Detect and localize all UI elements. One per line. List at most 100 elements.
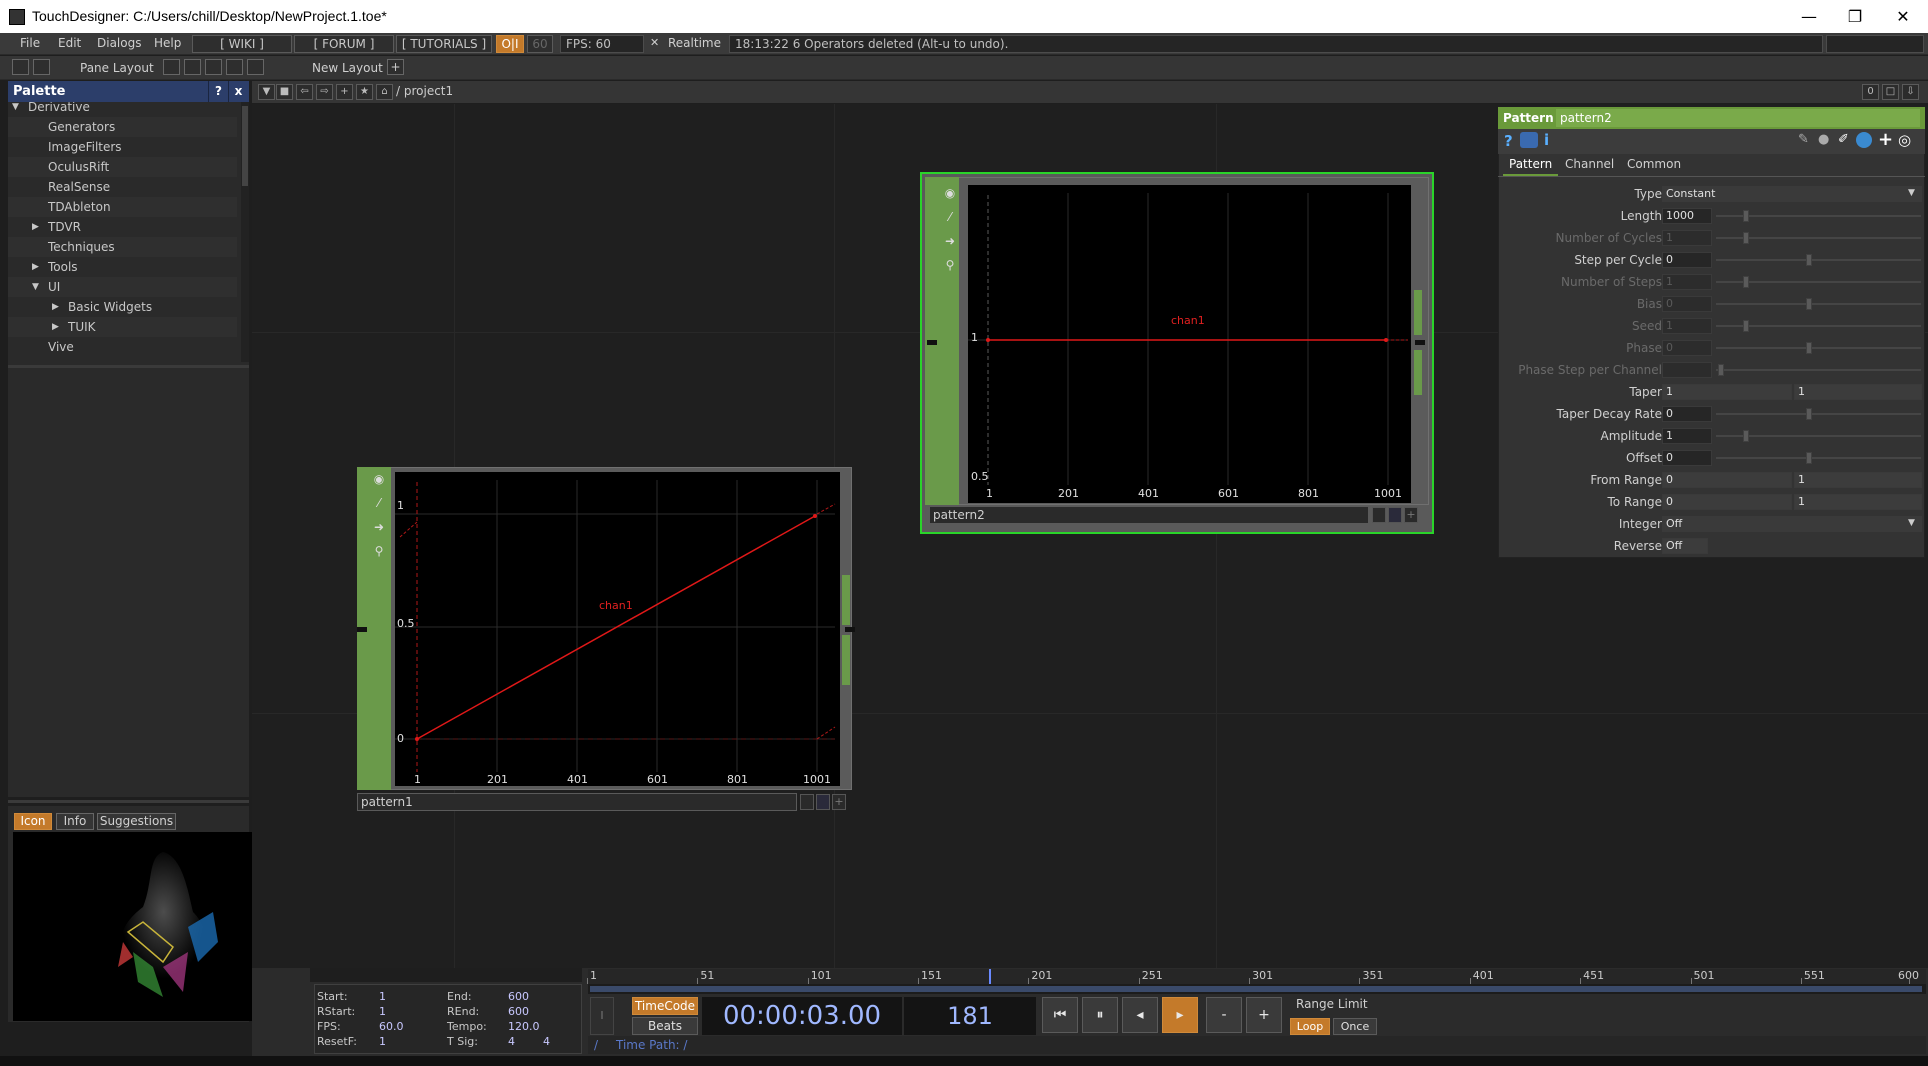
node-add-icon[interactable]: + (1404, 507, 1418, 523)
slider-knob[interactable] (1743, 430, 1749, 442)
param-slider[interactable] (1716, 369, 1921, 371)
slider-knob[interactable] (1743, 232, 1749, 244)
param-slider[interactable] (1716, 457, 1921, 459)
realtime-checkbox[interactable]: ✕ (650, 36, 659, 49)
pin-pane-icon[interactable]: ⇩ (1902, 84, 1919, 100)
pattern1-viewer[interactable] (395, 472, 840, 786)
tsig-numerator[interactable]: 4 (508, 1035, 515, 1048)
add-layout-button[interactable]: + (387, 59, 404, 75)
collapsed-arrow-icon[interactable]: ▶ (52, 297, 59, 317)
slider-knob[interactable] (1743, 320, 1749, 332)
collapsed-arrow-icon[interactable]: ▶ (32, 217, 39, 237)
export-icon[interactable]: ➜ (370, 518, 388, 536)
pattern1-name-field[interactable]: pattern1 (357, 793, 797, 811)
expanded-arrow-icon[interactable]: ▼ (32, 277, 39, 297)
timeline-collapse-button[interactable]: I (590, 997, 614, 1035)
palette-item[interactable]: ▶ TUIK (8, 317, 237, 337)
palette-scrollbar[interactable] (241, 102, 249, 362)
maximize-pane-icon[interactable]: □ (1882, 84, 1899, 100)
timeline-scrollbar[interactable] (588, 984, 1926, 994)
palette-item[interactable]: ▼ Derivative (8, 102, 237, 117)
play-forward-button[interactable]: ▸ (1162, 997, 1198, 1033)
graph-icon[interactable]: ⁄ (370, 494, 388, 512)
forum-button[interactable]: [ FORUM ] (294, 35, 394, 53)
bypass-flag[interactable] (1372, 507, 1386, 523)
loop-toggle[interactable]: Loop (1290, 1018, 1330, 1035)
palette-item[interactable]: ▼ UI (8, 277, 237, 297)
timecode-toggle[interactable]: TimeCode (632, 997, 698, 1015)
menu-help[interactable]: Help (154, 36, 181, 50)
viewer-icon[interactable]: ◉ (370, 470, 388, 488)
tab-icon[interactable]: Icon (14, 813, 52, 830)
param-menu[interactable]: Off (1662, 516, 1922, 532)
layout-split-v-icon[interactable] (184, 59, 201, 75)
param-field[interactable]: 0 (1662, 406, 1712, 422)
palette-item[interactable]: Generators (8, 117, 237, 137)
output-connector[interactable] (1415, 340, 1425, 345)
display-flag[interactable] (1388, 507, 1402, 523)
layout-split-h-icon[interactable] (205, 59, 222, 75)
param-field[interactable]: 0 (1662, 472, 1792, 488)
layout-single-icon[interactable] (163, 59, 180, 75)
param-field[interactable]: 1000 (1662, 208, 1712, 224)
param-field[interactable]: 0 (1662, 494, 1792, 510)
tempo-value[interactable]: 120.0 (508, 1020, 540, 1033)
pause-button[interactable]: ⏸ (1082, 997, 1118, 1033)
menu-edit[interactable]: Edit (58, 36, 81, 50)
param-slider[interactable] (1716, 259, 1921, 261)
lock-icon[interactable]: ⚲ (941, 256, 959, 274)
network-icon[interactable] (33, 59, 50, 75)
playhead[interactable] (989, 969, 991, 984)
menu-dialogs[interactable]: Dialogs (97, 36, 141, 50)
param-field[interactable]: 1 (1794, 494, 1922, 510)
palette-item[interactable]: ▶ Tools (8, 257, 237, 277)
expanded-arrow-icon[interactable]: ▼ (12, 102, 19, 117)
layout-three-icon[interactable] (226, 59, 243, 75)
maximize-button[interactable]: ❐ (1832, 4, 1878, 30)
palette-help-button[interactable]: ? (208, 81, 228, 102)
param-toggle[interactable]: Off (1662, 538, 1708, 554)
slider-knob[interactable] (1806, 408, 1812, 420)
slider-knob[interactable] (1806, 342, 1812, 354)
comment-icon[interactable]: ● (1818, 132, 1829, 147)
palette-item[interactable]: ▶ Basic Widgets (8, 297, 237, 317)
zero-button[interactable]: 0 (1862, 84, 1879, 100)
dropdown-arrow-icon[interactable]: ▼ (1908, 518, 1915, 528)
tutorials-button[interactable]: [ TUTORIALS ] (396, 35, 492, 53)
param-field[interactable]: 1 (1662, 318, 1712, 334)
slider-knob[interactable] (1806, 298, 1812, 310)
collapsed-arrow-icon[interactable]: ▶ (32, 257, 39, 277)
param-field[interactable]: 0 (1662, 296, 1712, 312)
param-field[interactable]: 1 (1794, 472, 1922, 488)
param-field[interactable]: 1 (1794, 384, 1922, 400)
param-field[interactable]: 1 (1662, 274, 1712, 290)
add-node-icon[interactable]: + (336, 84, 353, 100)
param-field[interactable]: 0 (1662, 450, 1712, 466)
param-field[interactable]: 1 (1662, 428, 1712, 444)
network-path[interactable]: / project1 (396, 84, 453, 98)
rewind-button[interactable]: ⏮ (1042, 997, 1078, 1033)
pattern2-name-field[interactable]: pattern2 (929, 506, 1369, 524)
op-name-field[interactable]: pattern2 (1556, 109, 1920, 127)
rend-value[interactable]: 600 (508, 1005, 529, 1018)
fps-cap[interactable]: 60 (527, 35, 553, 53)
tab-channel[interactable]: Channel (1565, 157, 1614, 171)
param-menu[interactable]: Constant (1662, 186, 1922, 202)
end-value[interactable]: 600 (508, 990, 529, 1003)
step-forward-button[interactable]: + (1246, 997, 1282, 1033)
graph-icon[interactable]: ⁄ (941, 208, 959, 226)
tab-info[interactable]: Info (56, 813, 94, 830)
target-icon[interactable]: ◎ (1898, 131, 1911, 149)
slider-knob[interactable] (1718, 364, 1724, 376)
image-icon[interactable] (12, 59, 29, 75)
resetf-value[interactable]: 1 (379, 1035, 386, 1048)
start-value[interactable]: 1 (379, 990, 386, 1003)
collapsed-arrow-icon[interactable]: ▶ (52, 317, 59, 337)
fps-value[interactable]: 60.0 (379, 1020, 404, 1033)
param-field[interactable]: 0 (1662, 252, 1712, 268)
info-icon[interactable]: i (1544, 131, 1549, 149)
rstart-value[interactable]: 1 (379, 1005, 386, 1018)
viewer-icon[interactable]: ◉ (941, 184, 959, 202)
tab-common[interactable]: Common (1627, 157, 1681, 171)
export-icon[interactable]: ➜ (941, 232, 959, 250)
